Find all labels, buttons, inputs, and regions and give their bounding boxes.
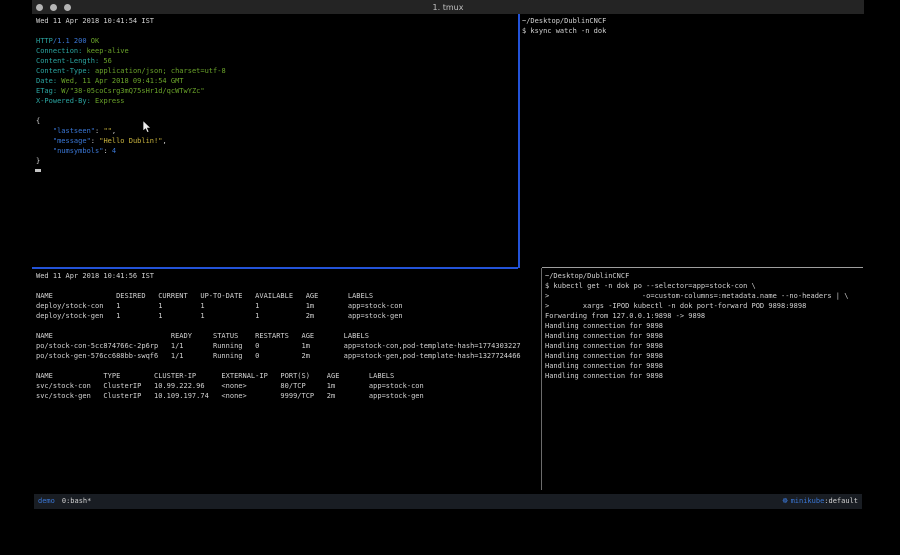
terminal-line: Handling connection for 9898 xyxy=(545,371,863,381)
terminal-line: NAME DESIRED CURRENT UP-TO-DATE AVAILABL… xyxy=(36,291,543,301)
terminal-line: Wed 11 Apr 2018 10:41:54 IST xyxy=(36,16,522,26)
terminal-line: Forwarding from 127.0.0.1:9898 -> 9898 xyxy=(545,311,863,321)
terminal-line xyxy=(36,26,522,36)
tmux-status-bar: demo 0:bash* ☸ minikube:default xyxy=(34,494,862,509)
titlebar: 1. tmux xyxy=(32,0,864,14)
terminal-line: Handling connection for 9898 xyxy=(545,341,863,351)
kubernetes-icon: ☸ xyxy=(782,497,791,505)
terminal-line: "message": "Hello Dublin!", xyxy=(36,136,522,146)
terminal-line: HTTP/1.1 200 OK xyxy=(36,36,522,46)
terminal-line: Content-Length: 56 xyxy=(36,56,522,66)
terminal-line: Date: Wed, 11 Apr 2018 09:41:54 GMT xyxy=(36,76,522,86)
terminal-line: "numsymbols": 4 xyxy=(36,146,522,156)
close-button[interactable] xyxy=(36,4,43,11)
terminal-line: po/stock-con-5cc874766c-2p6rp 1/1 Runnin… xyxy=(36,341,543,351)
pane-http-response[interactable]: Wed 11 Apr 2018 10:41:54 IST HTTP/1.1 20… xyxy=(32,14,522,269)
terminal-line: X-Powered-By: Express xyxy=(36,96,522,106)
terminal-line: svc/stock-gen ClusterIP 10.109.197.74 <n… xyxy=(36,391,543,401)
terminal-line: ETag: W/"38-05coCsrg3mQ75sHr1d/qcWTwYZc" xyxy=(36,86,522,96)
terminal-window: 1. tmux Wed 11 Apr 2018 10:41:54 IST HTT… xyxy=(32,0,864,512)
zoom-button[interactable] xyxy=(64,4,71,11)
pane-port-forward[interactable]: ~/Desktop/DublinCNCF$ kubectl get -n dok… xyxy=(545,269,863,479)
pane-divider-vertical-top[interactable] xyxy=(518,14,520,268)
terminal-line: Connection: keep-alive xyxy=(36,46,522,56)
terminal-line: > xargs -IPOD kubectl -n dok port-forwar… xyxy=(545,301,863,311)
pane-divider-vertical-bottom[interactable] xyxy=(541,268,542,490)
status-left: demo 0:bash* xyxy=(34,494,91,509)
terminal-line: Content-Type: application/json; charset=… xyxy=(36,66,522,76)
terminal-line: svc/stock-con ClusterIP 10.99.222.96 <no… xyxy=(36,381,543,391)
terminal-line xyxy=(36,361,543,371)
window-title: 1. tmux xyxy=(433,3,464,12)
status-right: ☸ minikube:default xyxy=(782,494,862,509)
mouse-pointer xyxy=(142,120,152,134)
terminal-line: $ ksync watch -n dok xyxy=(522,26,862,36)
terminal-line: "lastseen": "", xyxy=(36,126,522,136)
kube-namespace: :default xyxy=(824,497,858,505)
terminal-line: { xyxy=(36,116,522,126)
terminal-line: Handling connection for 9898 xyxy=(545,331,863,341)
terminal-line xyxy=(36,106,522,116)
terminal-line: Handling connection for 9898 xyxy=(545,361,863,371)
pane-ksync-watch[interactable]: ~/Desktop/DublinCNCF$ ksync watch -n dok xyxy=(522,14,862,269)
terminal-line: NAME TYPE CLUSTER-IP EXTERNAL-IP PORT(S)… xyxy=(36,371,543,381)
session-name: demo xyxy=(38,497,55,505)
terminal-line xyxy=(36,281,543,291)
terminal-line: $ kubectl get -n dok po --selector=app=s… xyxy=(545,281,863,291)
window-tab-bash[interactable]: 0:bash* xyxy=(62,497,92,505)
pane-divider-horizontal-left[interactable] xyxy=(32,267,518,269)
terminal-line: } xyxy=(36,156,522,166)
terminal-line: deploy/stock-gen 1 1 1 1 2m app=stock-ge… xyxy=(36,311,543,321)
terminal-line: po/stock-gen-576cc688bb-swqf6 1/1 Runnin… xyxy=(36,351,543,361)
terminal-line xyxy=(36,321,543,331)
terminal-line: > -o=custom-columns=:metadata.name --no-… xyxy=(545,291,863,301)
terminal-line: NAME READY STATUS RESTARTS AGE LABELS xyxy=(36,331,543,341)
minimize-button[interactable] xyxy=(50,4,57,11)
pane-kubectl-get[interactable]: Wed 11 Apr 2018 10:41:56 IST NAME DESIRE… xyxy=(32,269,543,479)
terminal-line: ~/Desktop/DublinCNCF xyxy=(545,271,863,281)
pane-divider-horizontal-right[interactable] xyxy=(542,267,863,268)
terminal-line: Handling connection for 9898 xyxy=(545,321,863,331)
terminal-line: Handling connection for 9898 xyxy=(545,351,863,361)
kube-context: minikube xyxy=(791,497,825,505)
window-controls xyxy=(36,0,71,14)
terminal-cursor xyxy=(35,169,41,172)
terminal-line: deploy/stock-con 1 1 1 1 1m app=stock-co… xyxy=(36,301,543,311)
terminal-line: ~/Desktop/DublinCNCF xyxy=(522,16,862,26)
terminal-line: Wed 11 Apr 2018 10:41:56 IST xyxy=(36,271,543,281)
